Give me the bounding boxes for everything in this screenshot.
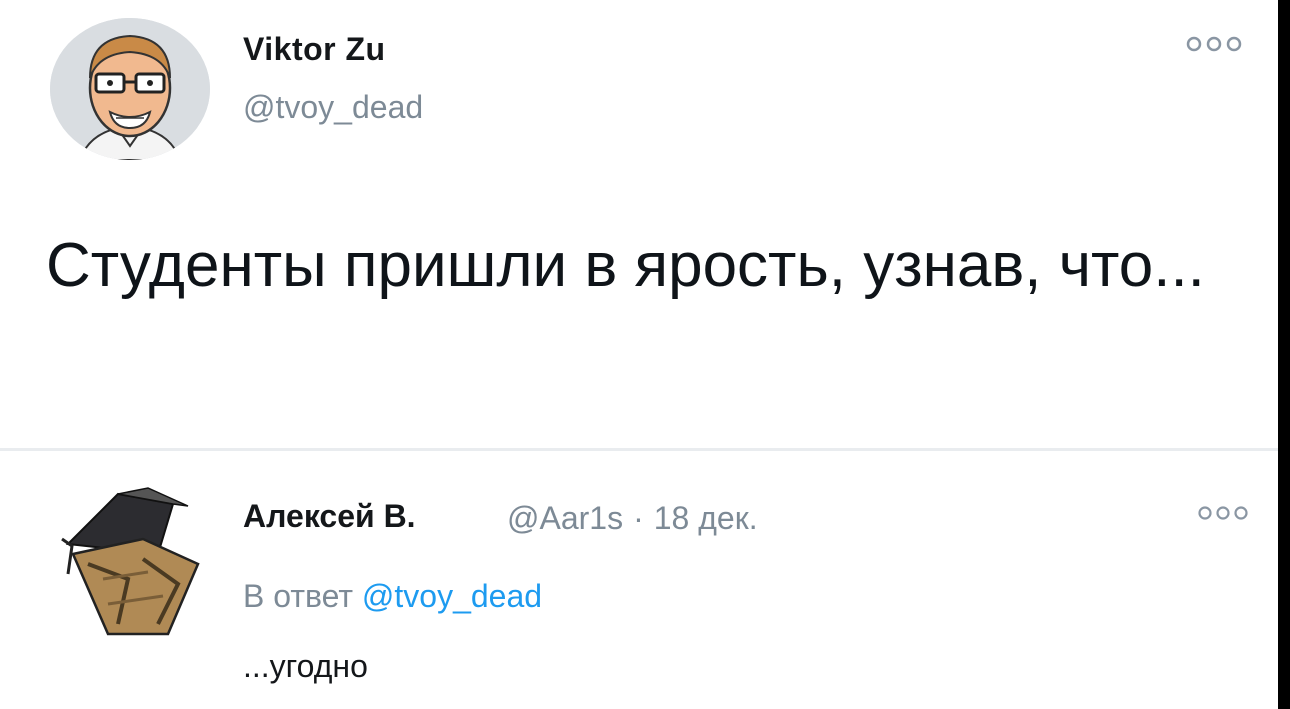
meta-separator: ·	[633, 500, 644, 536]
reply-to: В ответ @tvoy_dead	[243, 578, 542, 615]
screenshot-frame: Viktor Zu @tvoy_dead Студенты пришли в я…	[0, 0, 1290, 709]
more-options-icon[interactable]	[1184, 32, 1244, 56]
reply-avatar-illustration	[61, 487, 200, 636]
reply-meta: @Aar1s · 18 дек.	[507, 500, 758, 537]
reply-avatar[interactable]	[48, 484, 218, 654]
avatar[interactable]	[50, 18, 210, 160]
tweet-text: Студенты пришли в ярость, узнав, что...	[46, 231, 1205, 300]
author-name[interactable]: Viktor Zu	[243, 31, 386, 68]
author-handle[interactable]: @tvoy_dead	[243, 89, 423, 126]
reply-to-prefix: В ответ	[243, 578, 354, 614]
reply-date[interactable]: 18 дек.	[654, 500, 758, 536]
avatar-illustration	[50, 18, 210, 160]
reply-text: ...угодно	[243, 648, 368, 684]
reply-author-name[interactable]: Алексей В.	[243, 498, 416, 535]
reply-author-handle[interactable]: @Aar1s	[507, 500, 623, 536]
more-options-icon[interactable]	[1196, 502, 1250, 524]
tweet[interactable]: Viktor Zu @tvoy_dead Студенты пришли в я…	[0, 0, 1278, 452]
divider	[0, 448, 1278, 451]
reply-to-mention[interactable]: @tvoy_dead	[362, 578, 542, 614]
